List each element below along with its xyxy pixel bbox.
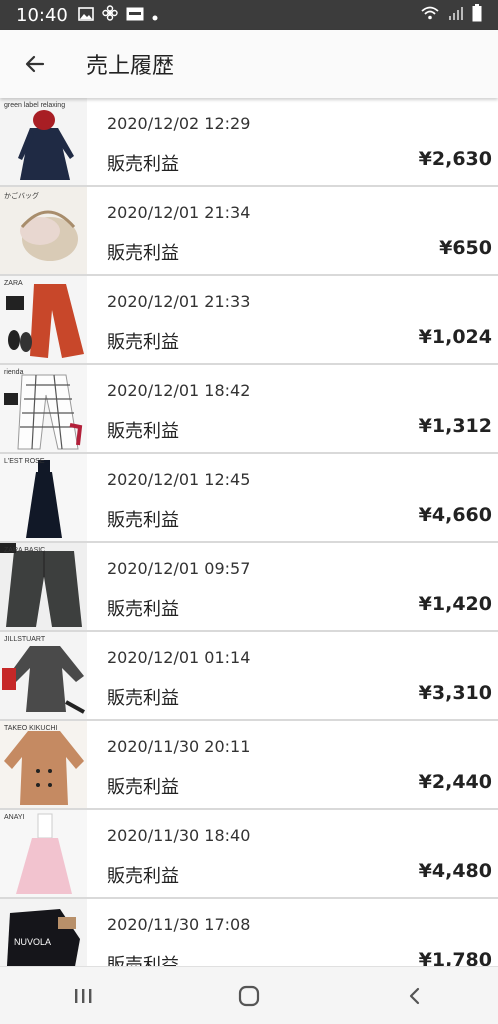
list-item[interactable]: L'EST ROSE 2020/12/01 12:45 販売利益 ¥4,660: [0, 454, 498, 543]
thumbnail-label: ANAYI: [4, 814, 25, 821]
list-item[interactable]: ZARA 2020/12/01 21:33 販売利益 ¥1,024: [0, 276, 498, 365]
transaction-date: 2020/12/01 21:33: [107, 292, 251, 311]
item-body: 2020/11/30 17:08 販売利益 ¥1,780: [87, 899, 498, 966]
transaction-date: 2020/11/30 20:11: [107, 737, 251, 756]
back-button[interactable]: [0, 30, 70, 98]
list-item[interactable]: かごバッグ 2020/12/01 21:34 販売利益 ¥650: [0, 187, 498, 276]
transaction-date: 2020/11/30 18:40: [107, 826, 251, 845]
transaction-amount: ¥2,440: [418, 771, 492, 793]
list-item[interactable]: ZARA BASIC 2020/12/01 09:57 販売利益 ¥1,420: [0, 543, 498, 632]
battery-icon: [472, 4, 482, 26]
fan-icon: [102, 5, 118, 25]
transaction-date: 2020/12/02 12:29: [107, 114, 251, 133]
transaction-date: 2020/12/01 01:14: [107, 648, 251, 667]
item-body: 2020/11/30 18:40 販売利益 ¥4,480: [87, 810, 498, 897]
sales-history-list: green label relaxing 2020/12/02 12:29 販売…: [0, 98, 498, 966]
item-thumbnail: JILLSTUART: [0, 632, 87, 719]
app-bar: 売上履歴: [0, 30, 498, 98]
item-thumbnail: かごバッグ: [0, 187, 87, 274]
item-thumbnail: ANAYI: [0, 810, 87, 897]
recent-apps-button[interactable]: [53, 971, 113, 1021]
gallery-icon: [78, 6, 94, 25]
thumbnail-label: L'EST ROSE: [4, 458, 45, 465]
thumbnail-label: ZARA BASIC: [4, 547, 46, 554]
list-item[interactable]: NUVOLA 2020/11/30 17:08 販売利益 ¥1,780: [0, 899, 498, 966]
list-item[interactable]: TAKEO KIKUCHI 2020/11/30 20:11 販売利益 ¥2,4…: [0, 721, 498, 810]
back-nav-button[interactable]: [385, 971, 445, 1021]
signal-icon: [448, 5, 464, 25]
transaction-date: 2020/11/30 17:08: [107, 915, 251, 934]
thumbnail-label: TAKEO KIKUCHI: [4, 725, 58, 732]
transaction-type: 販売利益: [107, 243, 179, 264]
recent-apps-icon: [75, 988, 92, 1003]
status-time: 10:40: [16, 4, 68, 26]
transaction-type: 販売利益: [107, 332, 179, 353]
transaction-amount: ¥4,660: [418, 504, 492, 526]
transaction-type: 販売利益: [107, 421, 179, 442]
item-body: 2020/12/01 09:57 販売利益 ¥1,420: [87, 543, 498, 630]
thumbnail-label: JILLSTUART: [4, 636, 46, 643]
transaction-type: 販売利益: [107, 154, 179, 175]
transaction-amount: ¥2,630: [418, 148, 492, 170]
item-body: 2020/12/01 21:34 販売利益 ¥650: [87, 187, 498, 274]
item-thumbnail: L'EST ROSE: [0, 454, 87, 541]
transaction-amount: ¥650: [439, 237, 492, 259]
arrow-left-icon: [25, 55, 45, 73]
chevron-left-icon: [409, 987, 420, 1004]
list-item[interactable]: ANAYI 2020/11/30 18:40 販売利益 ¥4,480: [0, 810, 498, 899]
transaction-amount: ¥1,780: [418, 949, 492, 966]
transaction-amount: ¥4,480: [418, 860, 492, 882]
transaction-amount: ¥1,420: [418, 593, 492, 615]
item-thumbnail: ZARA: [0, 276, 87, 363]
item-thumbnail: green label relaxing: [0, 98, 87, 185]
item-body: 2020/12/01 12:45 販売利益 ¥4,660: [87, 454, 498, 541]
thumbnail-label: rienda: [4, 369, 24, 376]
thumbnail-label: green label relaxing: [4, 102, 66, 109]
list-item[interactable]: JILLSTUART 2020/12/01 01:14 販売利益 ¥3,310: [0, 632, 498, 721]
item-body: 2020/12/01 18:42 販売利益 ¥1,312: [87, 365, 498, 452]
item-body: 2020/12/02 12:29 販売利益 ¥2,630: [87, 98, 498, 185]
item-body: 2020/11/30 20:11 販売利益 ¥2,440: [87, 721, 498, 808]
item-body: 2020/12/01 21:33 販売利益 ¥1,024: [87, 276, 498, 363]
thumbnail-label: NUVOLA: [14, 937, 52, 947]
transaction-type: 販売利益: [107, 955, 179, 966]
home-icon: [238, 985, 260, 1006]
wifi-icon: [420, 5, 440, 25]
transaction-amount: ¥3,310: [418, 682, 492, 704]
item-thumbnail: NUVOLA: [0, 899, 87, 966]
transaction-date: 2020/12/01 21:34: [107, 203, 251, 222]
transaction-type: 販売利益: [107, 777, 179, 798]
home-button[interactable]: [219, 971, 279, 1021]
thumbnail-label: ZARA: [4, 280, 23, 287]
transaction-amount: ¥1,312: [418, 415, 492, 437]
dot-icon: [152, 6, 158, 25]
system-nav-bar: [0, 966, 498, 1024]
transaction-type: 販売利益: [107, 688, 179, 709]
transaction-type: 販売利益: [107, 866, 179, 887]
status-right: [420, 4, 482, 26]
item-thumbnail: ZARA BASIC: [0, 543, 87, 630]
transaction-type: 販売利益: [107, 599, 179, 620]
list-item[interactable]: green label relaxing 2020/12/02 12:29 販売…: [0, 98, 498, 187]
transaction-date: 2020/12/01 12:45: [107, 470, 251, 489]
thumbnail-label: かごバッグ: [4, 193, 39, 200]
transaction-date: 2020/12/01 18:42: [107, 381, 251, 400]
app-notification-icon: [126, 6, 144, 25]
item-body: 2020/12/01 01:14 販売利益 ¥3,310: [87, 632, 498, 719]
page-title: 売上履歴: [86, 54, 175, 79]
list-item[interactable]: rienda 2020/12/01 18:42 販売利益 ¥1,312: [0, 365, 498, 454]
transaction-amount: ¥1,024: [418, 326, 492, 348]
status-bar: 10:40: [0, 0, 498, 30]
transaction-type: 販売利益: [107, 510, 179, 531]
item-thumbnail: TAKEO KIKUCHI: [0, 721, 87, 808]
transaction-date: 2020/12/01 09:57: [107, 559, 251, 578]
item-thumbnail: rienda: [0, 365, 87, 452]
